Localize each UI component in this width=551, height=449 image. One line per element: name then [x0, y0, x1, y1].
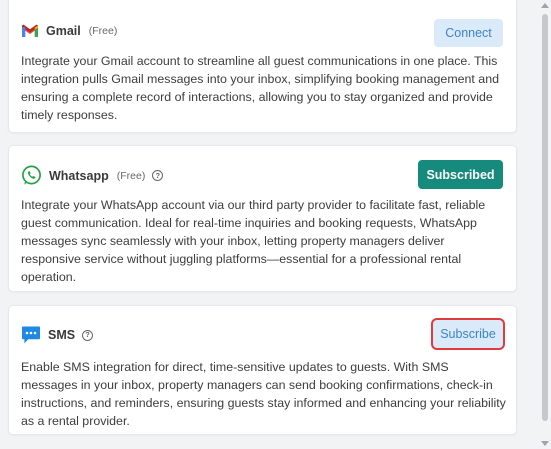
sms-chat-icon — [21, 325, 41, 345]
whatsapp-logo-icon — [21, 165, 42, 186]
gmail-connect-button[interactable]: Connect — [434, 19, 503, 47]
sms-help-icon[interactable]: ? — [82, 329, 94, 341]
whatsapp-header: Whatsapp (Free) ? — [21, 165, 164, 186]
whatsapp-integration-card: Whatsapp (Free) ? Subscribed Integrate y… — [8, 145, 517, 292]
gmail-description: Integrate your Gmail account to streamli… — [21, 54, 499, 122]
sms-description: Enable SMS integration for direct, time-… — [21, 360, 506, 428]
whatsapp-help-icon[interactable]: ? — [152, 170, 164, 181]
sms-title: SMS — [48, 328, 76, 342]
whatsapp-description: Integrate your WhatsApp account via our … — [21, 198, 486, 284]
scrollbar-thumb[interactable] — [542, 14, 548, 421]
sms-subscribe-button[interactable]: Subscribe — [433, 320, 503, 348]
gmail-integration-card: Gmail (Free) Connect Integrate your Gmai… — [8, 0, 517, 133]
whatsapp-title: Whatsapp — [49, 168, 109, 183]
gmail-free-tag: (Free) — [88, 25, 118, 37]
gmail-header: Gmail (Free) — [21, 24, 117, 38]
scroll-down-arrow-icon[interactable] — [541, 441, 549, 446]
sms-integration-card: SMS ? Subscribe Enable SMS integration f… — [8, 305, 517, 435]
gmail-logo-icon — [21, 24, 39, 38]
sms-header: SMS ? — [21, 325, 94, 345]
gmail-title: Gmail — [46, 24, 81, 38]
whatsapp-subscribed-button[interactable]: Subscribed — [418, 160, 503, 189]
vertical-scrollbar[interactable] — [539, 0, 551, 449]
whatsapp-free-tag: (Free) — [116, 169, 146, 182]
scroll-up-arrow-icon[interactable] — [541, 3, 549, 8]
